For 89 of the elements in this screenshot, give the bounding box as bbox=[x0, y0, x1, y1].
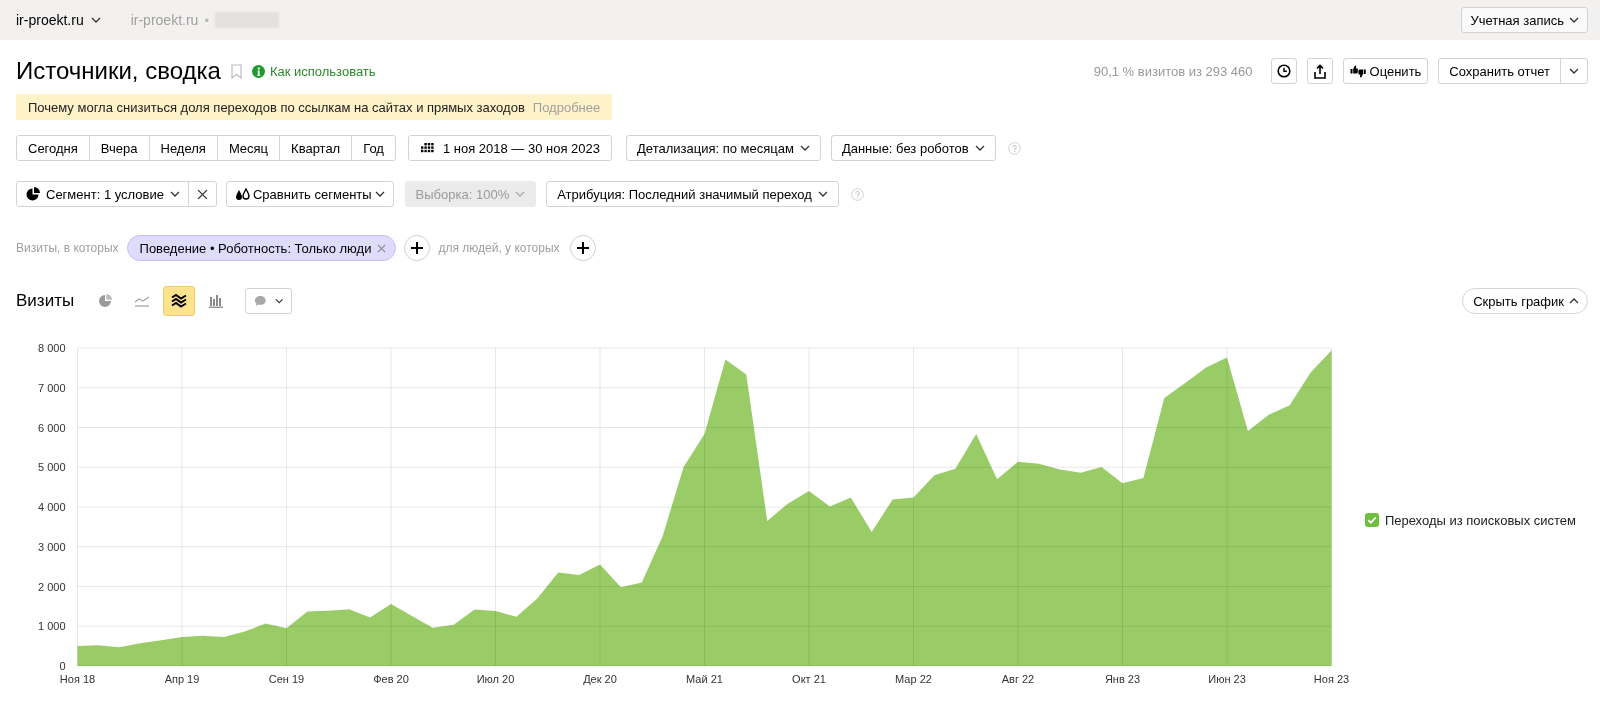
x-axis-label: Окт 21 bbox=[792, 673, 826, 685]
x-axis-label: Дек 20 bbox=[583, 673, 617, 685]
y-axis-label: 7 000 bbox=[37, 381, 66, 394]
filter-dropdown[interactable]: Данные: без роботов bbox=[830, 135, 996, 161]
y-axis-label: 8 000 bbox=[37, 342, 66, 354]
period-button[interactable]: Неделя bbox=[148, 135, 218, 161]
y-axis-label: 5 000 bbox=[37, 461, 66, 474]
x-axis-label: Фев 20 bbox=[373, 673, 409, 685]
period-button[interactable]: Квартал bbox=[279, 135, 353, 161]
legend-checkbox[interactable] bbox=[1364, 513, 1379, 527]
bookmark-icon[interactable] bbox=[230, 63, 242, 79]
chevron-down-icon bbox=[374, 191, 385, 197]
x-axis-label: Ноя 23 bbox=[1313, 673, 1350, 685]
x-axis-label: Ноя 18 bbox=[59, 673, 96, 685]
help-icon[interactable] bbox=[850, 187, 864, 201]
chevron-down-icon bbox=[274, 298, 284, 304]
thumbs-icon bbox=[1349, 64, 1366, 78]
account-button[interactable]: Учетная запись bbox=[1461, 7, 1588, 33]
chart-title: Визиты bbox=[16, 291, 75, 311]
add-condition-button[interactable] bbox=[569, 235, 596, 261]
condition-label: Визиты, в которых bbox=[16, 241, 119, 255]
breadcrumb-separator: • bbox=[204, 12, 209, 28]
date-range-button[interactable]: 1 ноя 2018 — 30 ноя 2023 bbox=[407, 135, 613, 161]
info-icon bbox=[251, 64, 265, 78]
clock-icon bbox=[1276, 64, 1291, 78]
y-axis-label: 3 000 bbox=[37, 540, 66, 553]
remove-segment-button[interactable] bbox=[187, 181, 217, 207]
y-axis-label: 2 000 bbox=[37, 580, 66, 593]
attribution-dropdown[interactable]: Атрибуция: Последний значимый переход bbox=[546, 181, 839, 207]
period-button[interactable]: Месяц bbox=[216, 135, 281, 161]
notice-text: Почему могла снизиться доля переходов по ссылкам на сайтах и прямых заходов bbox=[28, 99, 525, 115]
close-icon bbox=[196, 188, 208, 200]
x-axis-label: Май 21 bbox=[686, 673, 723, 685]
chevron-down-icon bbox=[1569, 17, 1579, 23]
chart-type-button[interactable] bbox=[163, 286, 196, 316]
y-axis-label: 0 bbox=[59, 660, 66, 672]
history-button[interactable] bbox=[1270, 58, 1297, 84]
save-report-button[interactable]: Сохранить отчет bbox=[1438, 58, 1561, 84]
stacked-waves-icon bbox=[171, 294, 188, 308]
filter-dropdown[interactable]: Детализация: по месяцам bbox=[626, 135, 821, 161]
chevron-down-icon bbox=[799, 145, 810, 151]
site-selector[interactable]: ir-proekt.ru bbox=[16, 12, 101, 28]
pie-chart-icon bbox=[26, 187, 40, 201]
plus-icon bbox=[576, 242, 589, 254]
report-title: Источники, сводка bbox=[16, 56, 221, 86]
chevron-down-icon bbox=[169, 191, 180, 197]
x-axis-label: Июл 20 bbox=[476, 673, 515, 685]
x-axis-label: Мар 22 bbox=[895, 673, 932, 685]
how-to-use-link[interactable]: Как использовать bbox=[251, 63, 376, 79]
share-button[interactable] bbox=[1306, 58, 1333, 84]
breadcrumb-site: ir-proekt.ru bbox=[130, 12, 199, 28]
legend-label: Переходы из поисковых систем bbox=[1384, 512, 1576, 528]
chevron-down-icon bbox=[1569, 68, 1579, 74]
y-axis-label: 1 000 bbox=[37, 620, 66, 633]
help-icon[interactable] bbox=[1007, 141, 1021, 155]
x-axis-label: Янв 23 bbox=[1104, 673, 1141, 685]
period-button[interactable]: Год bbox=[351, 135, 396, 161]
drops-icon bbox=[234, 187, 250, 201]
share-icon bbox=[1312, 63, 1327, 79]
y-axis-label: 6 000 bbox=[37, 421, 66, 434]
pie-chart-icon bbox=[98, 294, 113, 308]
chevron-up-icon bbox=[1569, 298, 1579, 304]
x-axis-label: Сен 19 bbox=[268, 673, 305, 685]
save-options-button[interactable] bbox=[1560, 58, 1588, 84]
speech-bubble-icon bbox=[254, 294, 267, 308]
calendar-icon bbox=[420, 143, 434, 153]
add-condition-button[interactable] bbox=[404, 235, 431, 261]
chevron-down-icon bbox=[817, 191, 828, 197]
compare-segments-button[interactable]: Сравнить сегменты bbox=[225, 181, 394, 207]
chevron-down-icon bbox=[974, 145, 985, 151]
x-axis-label: Апр 19 bbox=[164, 673, 200, 685]
y-axis-label: 4 000 bbox=[37, 501, 66, 513]
line-chart-icon bbox=[134, 295, 151, 307]
chevron-down-icon bbox=[515, 191, 526, 197]
x-axis-label: Июн 23 bbox=[1208, 673, 1246, 685]
condition-label: для людей, у которых bbox=[438, 241, 560, 255]
sample-info: 90,1 % визитов из 293 460 bbox=[1093, 63, 1253, 79]
hide-chart-button[interactable]: Скрыть график bbox=[1462, 288, 1588, 314]
segment-dropdown[interactable]: Сегмент: 1 условие bbox=[16, 181, 189, 207]
plus-icon bbox=[411, 242, 424, 254]
chevron-down-icon bbox=[90, 17, 101, 23]
close-icon bbox=[377, 243, 387, 253]
period-button[interactable]: Сегодня bbox=[16, 135, 90, 161]
rate-button[interactable]: Оценить bbox=[1342, 58, 1429, 84]
bar-chart-icon bbox=[209, 294, 224, 308]
comments-dropdown[interactable] bbox=[245, 288, 293, 314]
x-axis-label: Авг 22 bbox=[1001, 673, 1035, 685]
filter-chip[interactable]: Поведение • Роботность: Только люди bbox=[126, 235, 397, 261]
period-button[interactable]: Вчера bbox=[88, 135, 150, 161]
